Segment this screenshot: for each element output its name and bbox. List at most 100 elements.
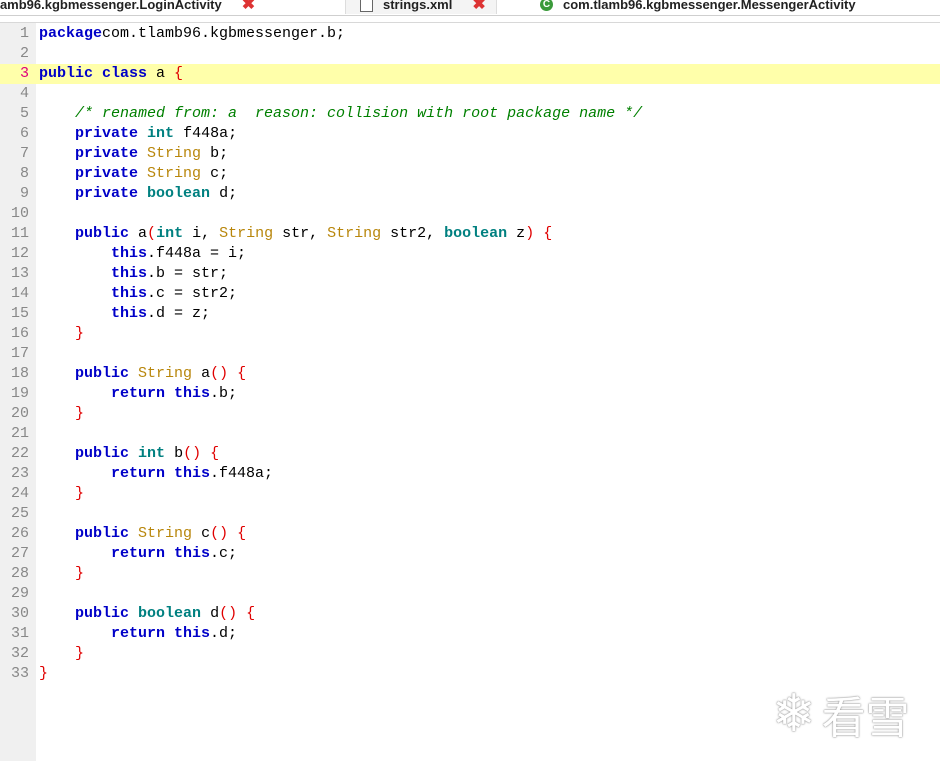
code-line[interactable]: 12 this.f448a = i; bbox=[0, 244, 940, 264]
code-text: public int b() { bbox=[39, 444, 219, 464]
line-number: 23 bbox=[10, 465, 29, 482]
line-number: 24 bbox=[10, 485, 29, 502]
code-line[interactable]: 15 this.d = z; bbox=[0, 304, 940, 324]
line-number: 27 bbox=[10, 545, 29, 562]
code-token: .f448a = i; bbox=[147, 245, 247, 262]
code-text: public class a { bbox=[39, 64, 183, 84]
code-text: private String b; bbox=[39, 144, 228, 164]
line-number: 1 bbox=[19, 25, 29, 42]
code-text: return this.d; bbox=[39, 624, 237, 644]
code-line[interactable]: 9 private boolean d; bbox=[0, 184, 940, 204]
line-number: 22 bbox=[10, 445, 29, 462]
code-token: } bbox=[75, 565, 85, 582]
code-token: this bbox=[111, 265, 148, 282]
code-token: str2, bbox=[381, 225, 445, 242]
code-line[interactable]: 1 packagecom.tlamb96.kgbmessenger.b; bbox=[0, 24, 940, 44]
code-line[interactable]: 10 bbox=[0, 204, 940, 224]
line-number: 3 bbox=[19, 65, 29, 82]
code-line[interactable]: 30 public boolean d() { bbox=[0, 604, 940, 624]
code-line[interactable]: 4 bbox=[0, 84, 940, 104]
code-line[interactable]: 13 this.b = str; bbox=[0, 264, 940, 284]
code-token: d bbox=[201, 605, 220, 622]
code-line[interactable]: 18 public String a() { bbox=[0, 364, 940, 384]
code-line[interactable]: 32 } bbox=[0, 644, 940, 664]
code-token: a bbox=[192, 365, 211, 382]
code-token: } bbox=[75, 405, 85, 422]
code-line[interactable]: 21 bbox=[0, 424, 940, 444]
code-line[interactable]: 24 } bbox=[0, 484, 940, 504]
line-number: 4 bbox=[19, 85, 29, 102]
code-line[interactable]: 23 return this.f448a; bbox=[0, 464, 940, 484]
code-text: this.f448a = i; bbox=[39, 244, 246, 264]
code-line[interactable]: 20 } bbox=[0, 404, 940, 424]
code-token: private bbox=[75, 125, 139, 142]
code-line[interactable]: 5 /* renamed from: a reason: collision w… bbox=[0, 104, 940, 124]
code-token: b; bbox=[201, 145, 229, 162]
code-line[interactable]: 8 private String c; bbox=[0, 164, 940, 184]
code-token: boolean bbox=[444, 225, 508, 242]
code-token: () bbox=[210, 525, 229, 542]
tab-messenger-activity[interactable]: C com.tlamb96.kgbmessenger.MessengerActi… bbox=[540, 0, 856, 14]
code-token: return this bbox=[111, 625, 211, 642]
code-token: { bbox=[543, 225, 553, 242]
code-token: { bbox=[237, 365, 247, 382]
code-token: { bbox=[237, 525, 247, 542]
line-number: 5 bbox=[19, 105, 29, 122]
close-icon[interactable]: ✖ bbox=[472, 0, 485, 14]
code-token: return this bbox=[111, 465, 211, 482]
code-line[interactable]: 27 return this.c; bbox=[0, 544, 940, 564]
code-line[interactable]: 22 public int b() { bbox=[0, 444, 940, 464]
code-text: this.c = str2; bbox=[39, 284, 237, 304]
code-token: boolean bbox=[147, 185, 211, 202]
code-line[interactable]: 2 bbox=[0, 44, 940, 64]
code-line[interactable]: 28 } bbox=[0, 564, 940, 584]
code-token: public bbox=[75, 605, 130, 622]
code-token: String bbox=[327, 225, 382, 242]
code-line[interactable]: 16 } bbox=[0, 324, 940, 344]
code-token: String bbox=[138, 365, 193, 382]
code-line[interactable]: 7 private String b; bbox=[0, 144, 940, 164]
code-line[interactable]: 26 public String c() { bbox=[0, 524, 940, 544]
code-token: ( bbox=[147, 225, 157, 242]
code-line[interactable]: 6 private int f448a; bbox=[0, 124, 940, 144]
code-token: { bbox=[210, 445, 220, 462]
code-token: public class bbox=[39, 65, 148, 82]
code-text: /* renamed from: a reason: collision wit… bbox=[39, 104, 642, 124]
code-token: () bbox=[183, 445, 202, 462]
code-line[interactable]: 3 public class a { bbox=[0, 64, 940, 84]
code-token: return this bbox=[111, 545, 211, 562]
code-line[interactable]: 29 bbox=[0, 584, 940, 604]
code-editor[interactable]: 1 packagecom.tlamb96.kgbmessenger.b; 2 3 pub… bbox=[0, 22, 940, 761]
code-line[interactable]: 11 public a(int i, String str, String st… bbox=[0, 224, 940, 244]
code-text: } bbox=[39, 664, 48, 684]
code-line[interactable]: 25 bbox=[0, 504, 940, 524]
code-token: .f448a; bbox=[210, 465, 274, 482]
tab-login-activity[interactable]: tlamb96.kgbmessenger.LoginActivity ✖ bbox=[0, 0, 255, 14]
code-token: () bbox=[219, 605, 238, 622]
line-number: 26 bbox=[10, 525, 29, 542]
code-line[interactable]: 33} bbox=[0, 664, 940, 684]
tab-strings-xml[interactable]: strings.xml ✖ bbox=[345, 0, 497, 14]
code-line[interactable]: 14 this.c = str2; bbox=[0, 284, 940, 304]
code-text: public a(int i, String str, String str2,… bbox=[39, 224, 552, 244]
editor-tab-bar: tlamb96.kgbmessenger.LoginActivity ✖ str… bbox=[0, 0, 940, 16]
close-icon[interactable]: ✖ bbox=[242, 0, 255, 14]
line-number: 13 bbox=[10, 265, 29, 282]
code-line[interactable]: 31 return this.d; bbox=[0, 624, 940, 644]
code-line[interactable]: 17 bbox=[0, 344, 940, 364]
code-token: public bbox=[75, 445, 130, 462]
code-line[interactable]: 19 return this.b; bbox=[0, 384, 940, 404]
